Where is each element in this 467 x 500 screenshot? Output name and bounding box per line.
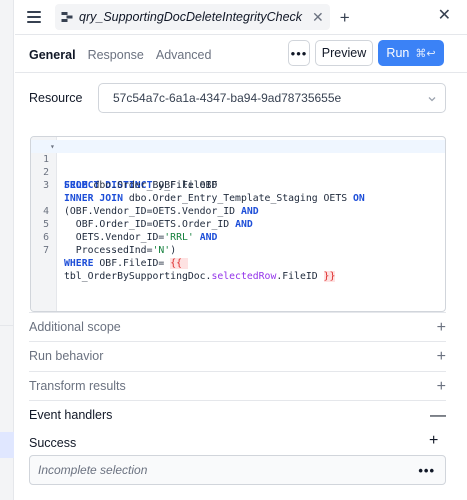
preview-button[interactable]: Preview <box>315 40 373 66</box>
more-options-button[interactable]: ••• <box>288 40 310 66</box>
event-handler-text: Incomplete selection <box>38 463 148 477</box>
query-tab[interactable]: qry_SupportingDocDeleteIntegrityCheck ✕ <box>55 4 330 30</box>
editor-code: 1 ▾ SELECT DISTINCT OBF.FileID 2 FROM db… <box>31 140 445 282</box>
query-tab-title: qry_SupportingDocDeleteIntegrityCheck <box>79 10 303 24</box>
tab-close-icon[interactable]: ✕ <box>312 10 324 24</box>
resource-row: Resource 57c54a7c-6a1a-4347-ba94-9ad7873… <box>15 83 467 113</box>
add-tab-plus-icon[interactable]: + <box>340 9 350 26</box>
plus-icon[interactable]: + <box>437 349 446 365</box>
run-shortcut-hint: ⌘↩ <box>415 47 436 60</box>
left-sidebar-strip <box>0 0 14 500</box>
run-button-label: Run <box>386 46 410 60</box>
close-panel-icon[interactable]: ✕ <box>438 8 451 24</box>
code-line: tbl_OrderBySupportingDoc.selectedRow.Fil… <box>31 244 445 282</box>
sidebar-divider <box>0 325 14 326</box>
sql-code-editor[interactable]: 1 ▾ SELECT DISTINCT OBF.FileID 2 FROM db… <box>30 136 446 312</box>
event-handler-item[interactable]: Incomplete selection ••• <box>29 455 446 485</box>
code-line-text: tbl_OrderBySupportingDoc.selectedRow.Fil… <box>64 271 336 282</box>
fold-chevron-icon[interactable]: ▾ <box>50 140 55 153</box>
tab-advanced[interactable]: Advanced <box>156 48 212 62</box>
resource-select[interactable]: 57c54a7c-6a1a-4347-ba94-9ad78735655e <box>98 83 446 113</box>
code-line: 2 FROM dbo.Order_By_File OBF <box>31 153 445 191</box>
section-run-behavior[interactable]: Run behavior + <box>29 341 446 370</box>
tab-response[interactable]: Response <box>88 48 144 62</box>
code-line: (OBF.Vendor_ID=OETS.Vendor_ID AND <box>31 179 445 217</box>
query-panel: qry_SupportingDocDeleteIntegrityCheck ✕ … <box>15 0 467 500</box>
plus-icon[interactable]: + <box>437 320 446 336</box>
tab-general[interactable]: General <box>29 48 76 62</box>
chevron-down-icon <box>427 93 437 107</box>
code-line: 1 ▾ SELECT DISTINCT OBF.FileID <box>31 140 445 191</box>
hamburger-icon[interactable] <box>27 11 41 23</box>
resource-value: 57c54a7c-6a1a-4347-ba94-9ad78735655e <box>113 91 342 105</box>
run-button[interactable]: Run ⌘↩ <box>378 40 444 66</box>
minus-icon[interactable]: — <box>430 408 446 424</box>
code-line-text: WHERE OBF.FileID= {{ <box>64 258 188 269</box>
section-label: Run behavior <box>29 349 104 363</box>
section-label: Event handlers <box>29 408 113 422</box>
success-handlers-label: Success <box>29 436 77 450</box>
code-line: 5 OETS.Vendor_ID='RRL' AND <box>31 205 445 243</box>
handler-more-options-button[interactable]: ••• <box>418 463 435 478</box>
section-event-handlers[interactable]: Event handlers — <box>29 400 446 429</box>
query-subtabs-bar: General Response Advanced ••• Preview Ru… <box>15 37 467 73</box>
code-line: 6 ProcessedInd='N') <box>31 218 445 256</box>
add-success-handler-plus-icon[interactable]: + <box>429 433 438 449</box>
sidebar-selected-item[interactable] <box>0 432 14 458</box>
tab-bar: qry_SupportingDocDeleteIntegrityCheck ✕ … <box>15 0 467 35</box>
resource-label: Resource <box>29 91 83 105</box>
code-line: 4 OBF.Order_ID=OETS.Order_ID AND <box>31 192 445 230</box>
section-additional-scope[interactable]: Additional scope + <box>29 312 446 341</box>
section-transform-results[interactable]: Transform results + <box>29 371 446 400</box>
section-label: Additional scope <box>29 320 121 334</box>
query-icon <box>61 11 73 23</box>
code-line: 7 WHERE OBF.FileID= {{ <box>31 231 445 269</box>
plus-icon[interactable]: + <box>437 379 446 395</box>
section-label: Transform results <box>29 379 126 393</box>
code-line: 3 INNER JOIN dbo.Order_Entry_Template_St… <box>31 166 445 204</box>
